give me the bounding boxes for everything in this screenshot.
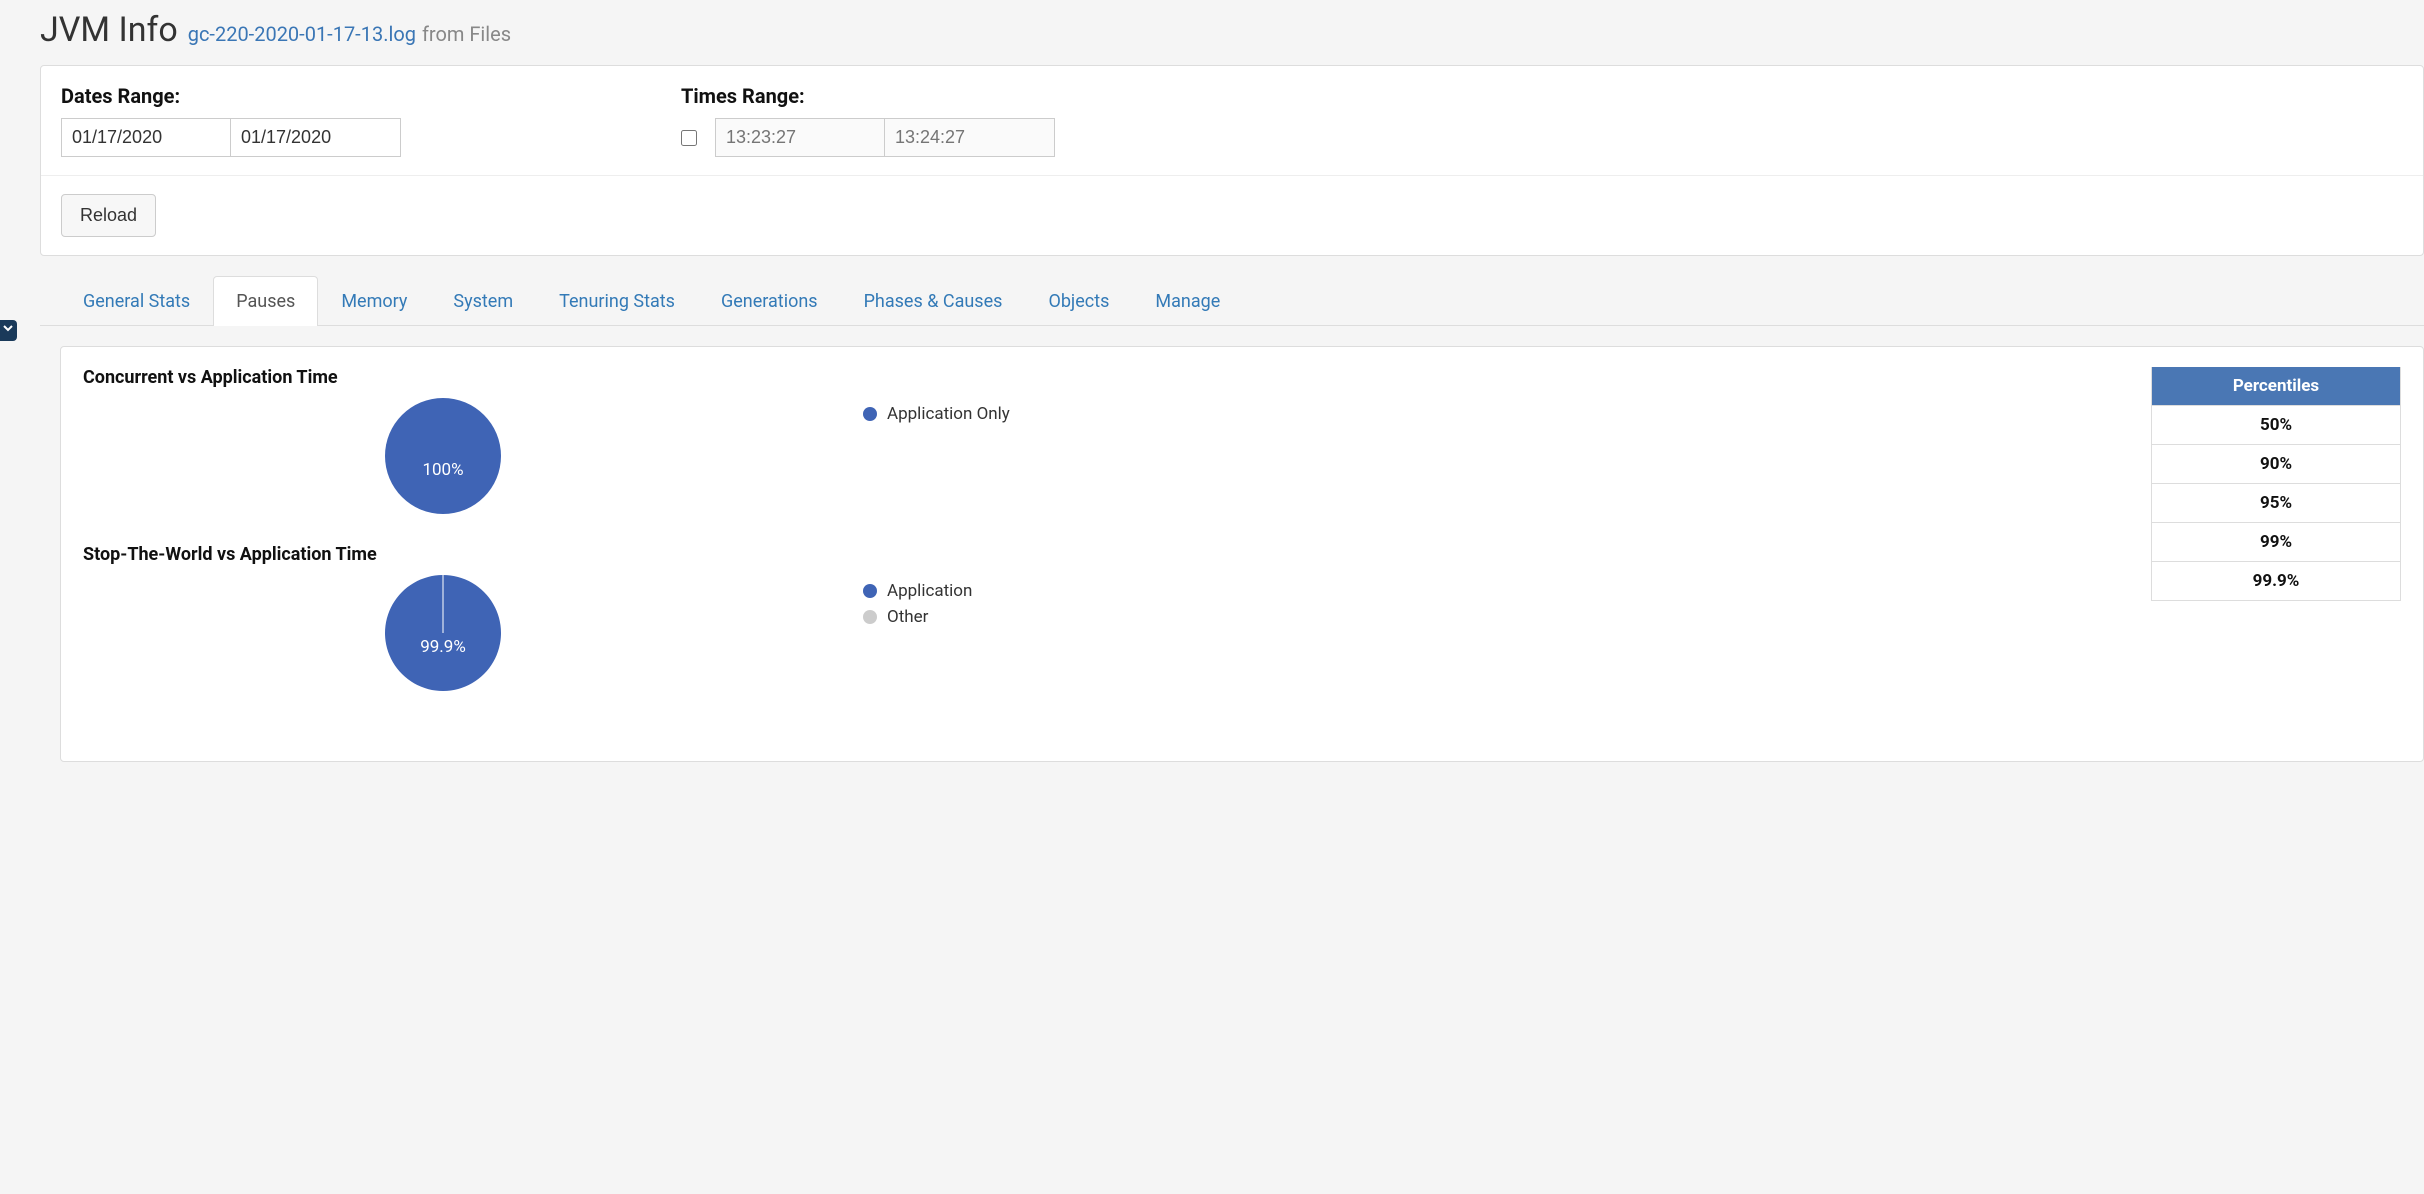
legend-label: Application Only [887, 404, 1010, 424]
tab-general[interactable]: General Stats [60, 276, 213, 326]
page-subtitle-suffix: from Files [422, 22, 511, 46]
svg-text:100%: 100% [422, 460, 463, 480]
legend-dot-icon [863, 610, 877, 624]
time-to-input[interactable] [885, 118, 1055, 157]
percentile-row: 99.9% [2152, 561, 2400, 600]
tab-phases[interactable]: Phases & Causes [841, 276, 1026, 326]
reload-button[interactable]: Reload [61, 194, 156, 237]
pie-holder: 100% [83, 398, 803, 514]
page-header: JVM Info gc-220-2020-01-17-13.log from F… [40, 10, 2424, 65]
percentiles-table: Percentiles 50%90%95%99%99.9% [2151, 367, 2401, 601]
chart-block: Concurrent vs Application Time 100% Applic… [83, 367, 2121, 514]
chart-title: Stop-The-World vs Application Time [83, 544, 2121, 565]
file-link[interactable]: gc-220-2020-01-17-13.log [188, 22, 416, 46]
sidebar-toggle[interactable] [0, 320, 17, 341]
pie-chart: 100% [385, 398, 501, 514]
pauses-content: Concurrent vs Application Time 100% Applic… [60, 346, 2424, 762]
percentile-row: 95% [2152, 483, 2400, 522]
percentiles-header: Percentiles [2152, 367, 2400, 405]
percentile-row: 50% [2152, 405, 2400, 444]
tab-manage[interactable]: Manage [1132, 276, 1243, 326]
tab-memory[interactable]: Memory [318, 276, 430, 326]
pie-holder: 99.9% [83, 575, 803, 691]
tabs-bar: General StatsPausesMemorySystemTenuring … [40, 276, 2424, 326]
chevron-down-icon [1, 321, 15, 335]
filter-panel: Dates Range: Times Range: Reload [40, 65, 2424, 256]
legend-dot-icon [863, 584, 877, 598]
percentile-row: 90% [2152, 444, 2400, 483]
percentile-row: 99% [2152, 522, 2400, 561]
chart-legend: Application Only [863, 398, 1010, 430]
time-from-input[interactable] [715, 118, 885, 157]
legend-item[interactable]: Application Only [863, 404, 1010, 424]
pie-chart: 99.9% [385, 575, 501, 691]
legend-item[interactable]: Application [863, 581, 972, 601]
legend-dot-icon [863, 407, 877, 421]
chart-block: Stop-The-World vs Application Time 99.9% A… [83, 544, 2121, 691]
page-title: JVM Info [40, 10, 178, 50]
tab-system[interactable]: System [430, 276, 536, 326]
legend-item[interactable]: Other [863, 607, 972, 627]
times-enable-checkbox[interactable] [681, 130, 697, 146]
svg-text:99.9%: 99.9% [420, 637, 466, 657]
date-from-input[interactable] [61, 118, 231, 157]
chart-title: Concurrent vs Application Time [83, 367, 2121, 388]
tab-generations[interactable]: Generations [698, 276, 841, 326]
tab-tenuring[interactable]: Tenuring Stats [536, 276, 698, 326]
chart-legend: Application Other [863, 575, 972, 633]
legend-label: Application [887, 581, 972, 601]
times-range-label: Times Range: [681, 84, 1055, 108]
legend-label: Other [887, 607, 928, 627]
dates-range-label: Dates Range: [61, 84, 641, 108]
date-to-input[interactable] [231, 118, 401, 157]
tab-objects[interactable]: Objects [1025, 276, 1132, 326]
tab-pauses[interactable]: Pauses [213, 276, 318, 326]
